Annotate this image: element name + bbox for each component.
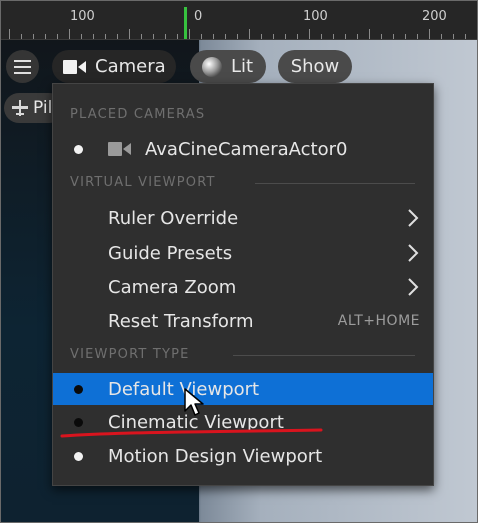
ruler-tick	[201, 34, 202, 39]
menu-item-reset-transform[interactable]: Reset Transform ALT+HOME	[53, 306, 433, 336]
bullet-icon	[74, 144, 83, 154]
video-camera-icon	[108, 142, 131, 156]
ruler-tick	[357, 34, 358, 39]
lit-view-mode-button[interactable]: Lit	[190, 50, 266, 83]
camera-button-label: Camera	[95, 56, 166, 77]
camera-button[interactable]: Camera	[52, 50, 176, 83]
ruler-tick	[189, 29, 190, 39]
menu-item-label: AvaCineCameraActor0	[145, 138, 348, 160]
section-header-virtual-viewport: VIRTUAL VIEWPORT	[70, 175, 216, 190]
ruler-tick	[465, 34, 466, 39]
lit-button-label: Lit	[231, 56, 254, 77]
menu-item-label: Ruler Override	[108, 207, 239, 229]
ruler-tick	[153, 34, 154, 39]
menu-item-guide-presets[interactable]: Guide Presets	[53, 238, 433, 268]
ruler-tick	[405, 34, 406, 39]
ruler-tick	[273, 34, 274, 39]
menu-item-label: Reset Transform	[108, 310, 254, 332]
ruler-tick	[261, 34, 262, 39]
ruler-tick	[297, 34, 298, 39]
screen-frame: 100 0 100 200 Camera Lit Show Pil PLACED…	[0, 0, 478, 523]
menu-item-ruler-override[interactable]: Ruler Override	[53, 203, 433, 233]
section-divider	[233, 355, 415, 356]
timeline-ruler[interactable]: 100 0 100 200	[1, 1, 477, 40]
pilot-button-label: Pil	[33, 98, 53, 118]
menu-item-default-viewport[interactable]: Default Viewport	[53, 373, 433, 405]
section-header-viewport-type: VIEWPORT TYPE	[70, 347, 190, 362]
ruler-tick	[225, 34, 226, 39]
airplane-icon	[12, 100, 28, 116]
ruler-tick	[105, 34, 106, 39]
ruler-tick	[453, 34, 454, 39]
ruler-tick	[249, 29, 250, 39]
ruler-tick	[213, 34, 214, 39]
ruler-label: 100	[303, 9, 328, 24]
ruler-tick	[417, 34, 418, 39]
radio-dot-icon	[74, 451, 83, 461]
shortcut-label: ALT+HOME	[337, 313, 420, 329]
ruler-tick	[81, 34, 82, 39]
hamburger-icon	[14, 59, 31, 74]
ruler-label: 0	[194, 9, 203, 24]
ruler-tick	[57, 34, 58, 39]
ruler-tick	[381, 34, 382, 39]
ruler-tick	[177, 34, 178, 39]
radio-dot-icon	[74, 384, 83, 394]
show-button[interactable]: Show	[278, 50, 352, 83]
ruler-tick	[69, 29, 70, 39]
ruler-label: 200	[422, 9, 447, 24]
lit-sphere-icon	[202, 56, 222, 77]
ruler-tick	[9, 29, 10, 39]
chevron-right-icon	[408, 244, 419, 262]
ruler-tick	[117, 34, 118, 39]
menu-item-label: Guide Presets	[108, 242, 233, 264]
section-divider	[255, 183, 415, 184]
menu-item-camera-zoom[interactable]: Camera Zoom	[53, 272, 433, 302]
ruler-tick	[33, 34, 34, 39]
menu-item-label: Camera Zoom	[108, 276, 237, 298]
show-button-label: Show	[290, 56, 340, 77]
ruler-tick	[369, 29, 370, 39]
playhead-marker[interactable]	[184, 7, 187, 39]
ruler-tick	[321, 34, 322, 39]
section-header-placed-cameras: PLACED CAMERAS	[70, 107, 206, 122]
ruler-tick	[129, 29, 130, 39]
ruler-tick	[93, 34, 94, 39]
menu-item-label: Motion Design Viewport	[108, 445, 323, 467]
chevron-right-icon	[408, 209, 419, 227]
ruler-tick	[237, 34, 238, 39]
ruler-tick	[165, 34, 166, 39]
ruler-tick	[441, 34, 442, 39]
video-camera-icon	[63, 59, 86, 74]
camera-dropdown-menu: PLACED CAMERAS AvaCineCameraActor0 VIRTU…	[52, 83, 434, 486]
menu-item-motion-design-viewport[interactable]: Motion Design Viewport	[53, 441, 433, 471]
ruler-tick	[141, 34, 142, 39]
chevron-right-icon	[408, 278, 419, 296]
ruler-tick	[345, 34, 346, 39]
ruler-tick	[333, 34, 334, 39]
ruler-tick	[393, 34, 394, 39]
mouse-cursor-icon	[184, 388, 204, 416]
ruler-tick	[285, 34, 286, 39]
ruler-tick	[309, 29, 310, 39]
radio-dot-icon	[74, 417, 83, 427]
ruler-tick	[429, 29, 430, 39]
ruler-tick	[21, 34, 22, 39]
annotation-underline	[60, 428, 323, 438]
hamburger-menu-button[interactable]	[6, 50, 39, 83]
ruler-tick	[45, 34, 46, 39]
menu-item-camera-actor[interactable]: AvaCineCameraActor0	[53, 134, 433, 164]
ruler-label: 100	[70, 9, 95, 24]
